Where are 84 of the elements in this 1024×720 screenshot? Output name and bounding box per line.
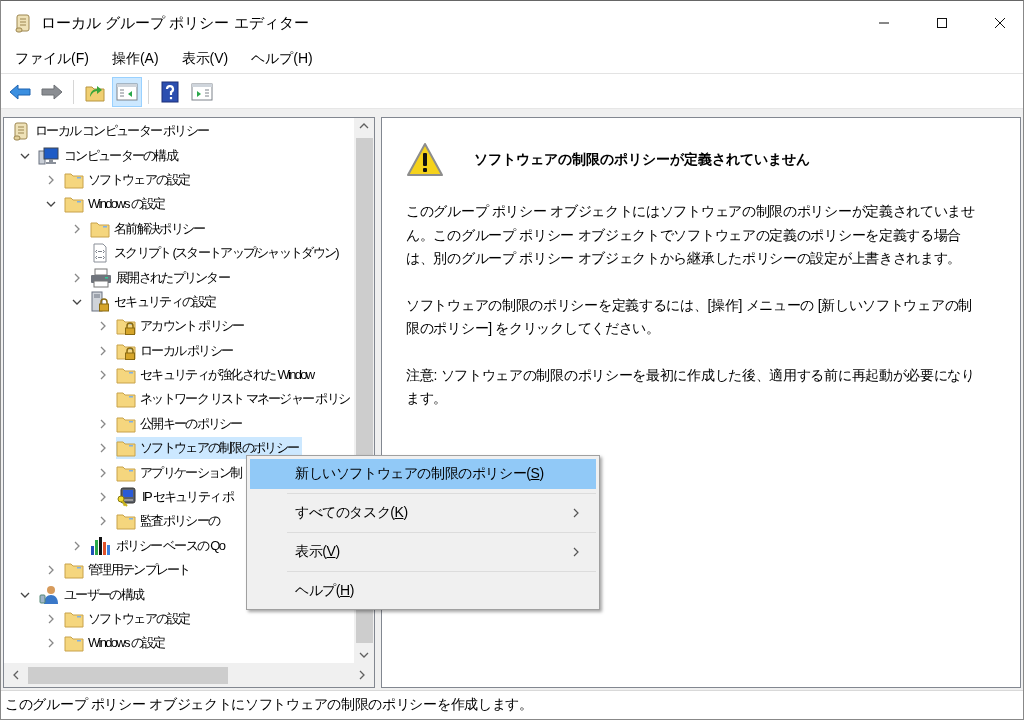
tree-item[interactable]: 監査ポリシーの — [116, 510, 224, 533]
forward-arrow-icon — [41, 84, 63, 100]
menu-item[interactable]: 新しいソフトウェアの制限のポリシー(S) — [250, 459, 596, 489]
chevron-right-icon[interactable] — [98, 321, 108, 332]
chevron-right-icon[interactable] — [98, 345, 108, 356]
chevron-right-icon[interactable] — [46, 614, 56, 624]
tree-item[interactable]: スクリプト (スタートアップ/シャットダウン) — [90, 241, 342, 266]
tree-item[interactable]: 管理用テンプレート — [64, 559, 194, 582]
menu-item[interactable]: すべてのタスク(K) — [250, 498, 596, 528]
chevron-right-icon[interactable] — [98, 443, 108, 454]
menu-item[interactable]: ヘルプ(H) — [250, 576, 596, 606]
chevron-right-icon[interactable] — [72, 272, 82, 283]
folder-icon — [64, 561, 84, 580]
folder-icon — [116, 414, 136, 433]
folder-icon — [64, 610, 84, 628]
chevron-right-icon[interactable] — [46, 565, 56, 576]
tree-item[interactable]: ソフトウェアの設定 — [64, 168, 194, 191]
menu-item[interactable]: ヘルプ(H) — [243, 47, 321, 71]
close-icon — [994, 17, 1006, 29]
chevron-right-icon[interactable] — [98, 467, 108, 478]
locked-folder-icon — [116, 341, 136, 360]
scrollbar-thumb[interactable] — [28, 666, 228, 684]
tree-item[interactable]: Windows の設定 — [64, 632, 169, 655]
paragraph: このグループ ポリシー オブジェクトにはソフトウェアの制限のポリシーが定義されていません。このグループ ポリシー オブジェクトでソフトウェアの定義のポリシーを定義する場合は、別のグループ ポリシー オブジェクトから継承したポリシーの設定が上書きされます。 — [406, 202, 976, 268]
chevron-right-icon[interactable] — [98, 370, 108, 381]
chevron-right-icon[interactable] — [72, 223, 82, 234]
locked-folder-icon — [116, 317, 136, 336]
server-lock-icon — [90, 290, 110, 313]
tree-item[interactable]: ネットワーク リスト マネージャー ポリシ — [116, 388, 354, 411]
chevron-right-icon[interactable] — [46, 638, 56, 649]
tree-item[interactable]: ソフトウェアの設定 — [64, 608, 194, 630]
computer-icon — [38, 145, 60, 166]
scroll-icon — [13, 13, 33, 33]
panel-layout-icon — [191, 83, 213, 101]
folder-icon — [64, 170, 84, 189]
chevron-right-icon[interactable] — [46, 174, 56, 185]
folder-icon — [116, 366, 136, 385]
tree-item[interactable]: Windows の設定 — [64, 193, 169, 216]
chevron-right-icon[interactable] — [98, 418, 108, 429]
tree-item[interactable]: 公開キーのポリシー — [116, 412, 246, 435]
folder-icon — [116, 512, 136, 531]
horizontal-scrollbar[interactable] — [4, 663, 374, 687]
panel-layout-icon — [116, 83, 138, 101]
script-icon — [90, 243, 110, 264]
paragraph: ソフトウェアの制限のポリシーを定義するには、[操作] メニューの [新しいソフトウェアの制限のポリシー] をクリックしてください。 — [406, 295, 973, 338]
menu-item[interactable]: 操作(A) — [103, 47, 167, 71]
chevron-right-icon[interactable] — [98, 516, 108, 527]
monitor-key-icon — [116, 486, 138, 509]
heading: ソフトウェアの制限のポリシーが定義されていません — [474, 151, 810, 169]
warning-icon — [406, 142, 444, 178]
help-icon — [161, 81, 179, 103]
scroll-icon — [11, 121, 31, 142]
chevron-right-icon[interactable] — [98, 492, 108, 503]
tree-item[interactable]: アカウント ポリシー — [116, 315, 248, 338]
tree-item[interactable]: セキュリティの設定 — [90, 288, 220, 315]
folder-icon — [116, 390, 136, 409]
menu-item[interactable]: 表示(V) — [173, 47, 237, 71]
tree-item[interactable]: ポリシー ベースの Qo — [90, 533, 229, 558]
tree-item[interactable]: ローカル コンピューター ポリシー — [11, 119, 213, 144]
folder-icon — [64, 634, 84, 653]
bar-chart-icon — [90, 535, 112, 556]
folder-icon — [64, 195, 84, 214]
folder-icon — [90, 219, 110, 238]
tree-item[interactable]: ソフトウェアの制限のポリシー — [116, 437, 303, 460]
back-arrow-icon — [9, 84, 31, 100]
status-text: このグループ ポリシー オブジェクトにソフトウェアの制限のポリシーを作成します。 — [5, 696, 533, 714]
printer-icon — [90, 267, 112, 288]
folder-icon — [116, 439, 136, 458]
maximize-icon — [936, 17, 948, 29]
tree-item[interactable]: ユーザーの構成 — [38, 582, 148, 607]
tree-item[interactable]: 展開されたプリンター — [90, 265, 233, 290]
tree-item[interactable]: 名前解決ポリシー — [90, 217, 209, 240]
tree-item[interactable]: アプリケーション制 — [116, 461, 246, 484]
menu-item[interactable]: 表示(V) — [250, 537, 596, 567]
chevron-right-icon[interactable] — [72, 540, 82, 551]
window-title: ローカル グループ ポリシー エディター — [41, 13, 309, 33]
tree-item[interactable]: セキュリティが強化された Window — [116, 364, 318, 387]
folder-icon — [116, 463, 136, 482]
paragraph: 注意: ソフトウェアの制限のポリシーを最初に作成した後、適用する前に再起動が必要になります。 — [406, 365, 976, 408]
tree-item[interactable]: IP セキュリティ ポ — [116, 484, 238, 511]
tree-item[interactable]: ローカル ポリシー — [116, 339, 237, 362]
user-icon — [38, 584, 60, 605]
tree-item[interactable]: コンピューターの構成 — [38, 143, 181, 168]
menu-item[interactable]: ファイル(F) — [7, 47, 97, 71]
